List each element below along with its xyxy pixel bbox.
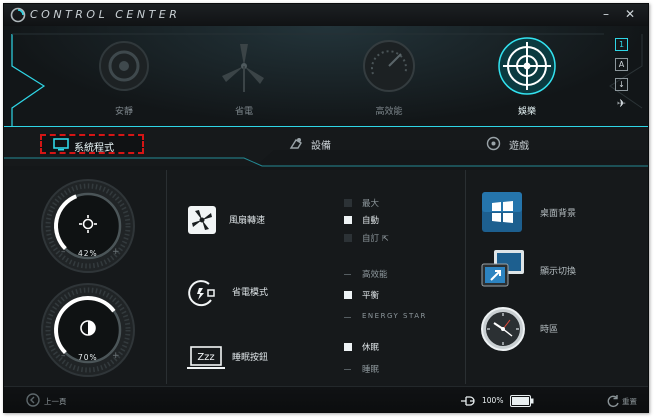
desktop-background-label: 桌面背景 — [540, 209, 577, 219]
app-logo-icon — [10, 7, 26, 23]
checkbox[interactable] — [344, 216, 352, 224]
time-zone-label: 時區 — [540, 325, 559, 335]
tab-system-programs[interactable]: 系統程式 — [40, 134, 144, 154]
mode-power-saving[interactable]: 省電 — [209, 36, 279, 121]
tab-label: 遊戲 — [509, 141, 529, 152]
clock-icon — [481, 307, 525, 351]
tab-strip: 系統程式 設備 遊戲 — [4, 126, 648, 170]
tab-label: 設備 — [311, 141, 331, 152]
tab-label: 系統程式 — [74, 143, 114, 154]
external-link-icon[interactable]: ⇱ — [382, 234, 389, 243]
custom-label: 自訂 — [362, 234, 380, 244]
speaker-icon — [99, 41, 149, 91]
airplane-icon[interactable]: ✈ — [615, 98, 628, 111]
mode-label: 娛樂 — [517, 107, 536, 117]
refresh-icon — [607, 395, 619, 408]
system-programs-panel: 42% – + 70% – + 風扇轉速 最大 自動 自訂 ⇱ 省電模式 高效能… — [4, 170, 648, 386]
display-switch-icon — [481, 250, 524, 287]
profile-a-icon[interactable]: A — [615, 58, 628, 71]
tab-games[interactable]: 遊戲 — [486, 134, 566, 154]
minimize-button[interactable]: – — [599, 7, 613, 21]
download-icon[interactable]: ↓ — [615, 78, 628, 91]
option-label: 最大 — [362, 199, 380, 209]
dial-increase-icon[interactable]: + — [112, 247, 120, 257]
back-button[interactable]: 上一頁 — [26, 393, 126, 409]
dial-increase-icon[interactable]: + — [112, 351, 120, 361]
volume-dial[interactable]: 70% – + — [40, 282, 136, 378]
checkbox[interactable] — [344, 234, 352, 242]
profile-1-icon[interactable]: 1 — [615, 38, 628, 51]
turbine-icon — [222, 44, 264, 92]
sleep-button-label: 睡眠按鈕 — [232, 353, 269, 363]
dial-decrease-icon[interactable]: – — [61, 351, 66, 361]
mode-label: 高效能 — [375, 107, 403, 117]
mode-high-performance[interactable]: 高效能 — [354, 36, 424, 121]
gamepad-icon — [486, 136, 501, 151]
control-center-window: CONTROL CENTER – ✕ 安靜 省電 高效能 娛樂 1 A ↓ ✈ … — [3, 3, 649, 413]
option-label: ENERGY STAR — [362, 312, 427, 320]
side-icon-column: 1 A ↓ ✈ — [615, 38, 629, 118]
title-bar: CONTROL CENTER – ✕ — [4, 4, 648, 26]
time-zone-item[interactable]: 時區 — [480, 306, 640, 352]
checkbox[interactable] — [344, 343, 352, 351]
option-dash — [344, 274, 351, 275]
fan-icon — [188, 206, 216, 234]
checkbox[interactable] — [344, 291, 352, 299]
option-label: 自訂 ⇱ — [362, 232, 389, 244]
option-label: 高效能 — [362, 270, 388, 280]
contrast-value: 70% — [78, 353, 98, 362]
desktop-background-item[interactable]: 桌面背景 — [480, 190, 640, 236]
mode-entertainment[interactable]: 娛樂 — [492, 36, 562, 121]
option-dash — [344, 317, 351, 318]
option-label: 自動 — [362, 216, 380, 226]
mode-header: 安靜 省電 高效能 娛樂 1 A ↓ ✈ — [4, 26, 648, 126]
fan-speed-label: 風扇轉速 — [229, 216, 266, 226]
devices-icon — [289, 138, 302, 149]
option-label: 平衡 — [362, 291, 380, 301]
mode-quiet[interactable]: 安靜 — [89, 36, 159, 121]
windows-logo-icon — [482, 192, 522, 232]
power-plug-icon — [188, 280, 215, 307]
back-icon — [26, 393, 40, 407]
option-label: 休眠 — [362, 343, 380, 353]
contrast-icon — [80, 320, 96, 336]
target-icon — [498, 37, 556, 95]
reset-button[interactable]: 重置 — [606, 393, 646, 409]
close-button[interactable]: ✕ — [623, 7, 637, 21]
sleep-laptop-icon: Zzz — [187, 346, 225, 369]
status-bar: 上一頁 100% 重置 — [4, 386, 648, 412]
checkbox[interactable] — [344, 199, 352, 207]
tab-devices[interactable]: 設備 — [288, 134, 368, 154]
monitor-icon — [53, 138, 69, 151]
column-divider — [465, 170, 466, 384]
mode-label: 安靜 — [114, 107, 133, 117]
brightness-icon — [79, 215, 97, 233]
back-label: 上一頁 — [44, 397, 67, 406]
display-switch-item[interactable]: 顯示切換 — [480, 248, 640, 294]
brightness-value: 42% — [78, 249, 98, 258]
brightness-dial[interactable]: 42% – + — [40, 178, 136, 274]
column-divider — [166, 170, 167, 384]
option-dash — [344, 369, 351, 370]
reset-label: 重置 — [622, 397, 637, 406]
mode-label: 省電 — [234, 107, 253, 117]
app-title: CONTROL CENTER — [30, 8, 181, 21]
battery-percent: 100% — [482, 396, 504, 405]
dial-decrease-icon[interactable]: – — [61, 247, 66, 257]
svg-text:Zzz: Zzz — [197, 352, 214, 363]
display-switch-label: 顯示切換 — [540, 267, 577, 277]
option-label: 睡眠 — [362, 365, 380, 375]
battery-icon — [510, 395, 534, 407]
power-mode-label: 省電模式 — [232, 288, 269, 298]
power-plug-small-icon — [461, 396, 475, 406]
gauge-icon — [363, 40, 415, 92]
